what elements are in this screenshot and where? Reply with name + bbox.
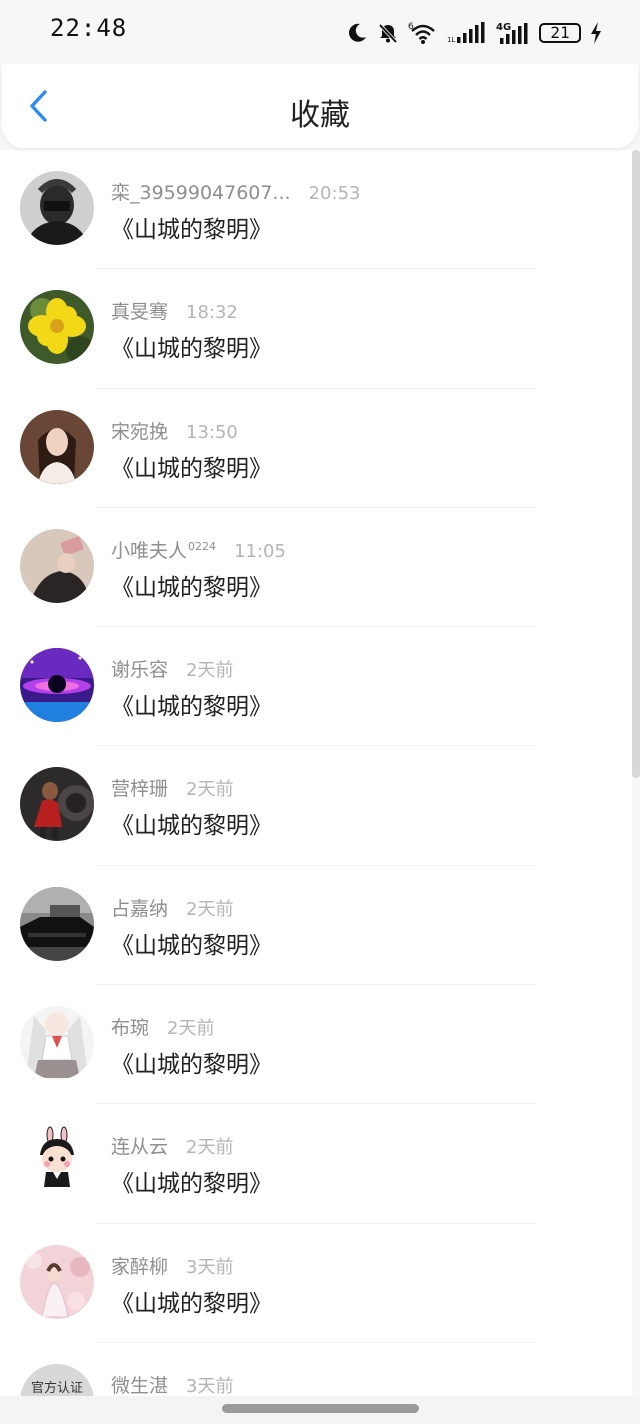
header: 收藏 [2, 64, 638, 148]
avatar[interactable] [20, 171, 94, 245]
username[interactable]: 占嘉纳 [111, 894, 168, 921]
username[interactable]: 家醉柳 [111, 1252, 168, 1279]
charging-icon [590, 22, 602, 44]
list-item[interactable]: 营梓珊 2天前 《山城的黎明》 [0, 746, 632, 866]
avatar[interactable] [20, 767, 94, 842]
item-meta: 连从云 2天前 [111, 1132, 612, 1160]
avatar[interactable] [20, 1244, 94, 1319]
list-item[interactable]: 栾_39599047607... 20:53 《山城的黎明》 [0, 150, 632, 270]
item-meta: 栾_39599047607... 20:53 [111, 178, 612, 206]
item-meta: 谢乐容 2天前 [111, 655, 612, 683]
username-superscript: 0224 [188, 539, 217, 553]
timestamp: 3天前 [186, 1375, 234, 1397]
timestamp: 18:32 [186, 302, 238, 324]
list-item[interactable]: 真旻骞 18:32 《山城的黎明》 [0, 269, 632, 389]
work-title[interactable]: 《山城的黎明》 [111, 449, 272, 483]
work-title[interactable]: 《山城的黎明》 [111, 568, 272, 602]
page-title: 收藏 [290, 98, 350, 133]
list-item[interactable]: 宋宛挽 13:50 《山城的黎明》 [0, 389, 632, 508]
username[interactable]: 小唯夫人0224 [111, 536, 216, 563]
work-title[interactable]: 《山城的黎明》 [111, 806, 272, 840]
avatar[interactable] [20, 1125, 94, 1200]
list-item[interactable]: 占嘉纳 2天前 《山城的黎明》 [0, 866, 632, 986]
work-title[interactable]: 《山城的黎明》 [111, 329, 272, 363]
work-title[interactable]: 《山城的黎明》 [111, 687, 272, 721]
status-icons: 6 1L 4G 21 [346, 18, 602, 48]
work-title[interactable]: 《山城的黎明》 [111, 210, 272, 244]
timestamp: 13:50 [186, 421, 238, 443]
list-item[interactable]: 连从云 2天前 《山城的黎明》 [0, 1104, 632, 1224]
timestamp: 2天前 [186, 660, 234, 682]
timestamp: 2天前 [167, 1018, 215, 1040]
username[interactable]: 微生湛 [111, 1371, 168, 1398]
work-title[interactable]: 《山城的黎明》 [111, 1284, 272, 1318]
username[interactable]: 布琬 [111, 1013, 149, 1040]
avatar[interactable] [20, 528, 94, 603]
avatar-label: 官方认证 [31, 1380, 83, 1396]
work-title[interactable]: 《山城的黎明》 [111, 1164, 272, 1198]
svg-text:4G: 4G [496, 22, 511, 33]
timestamp: 2天前 [186, 898, 234, 920]
scrollbar[interactable] [632, 150, 640, 778]
avatar[interactable] [20, 409, 94, 484]
item-meta: 宋宛挽 13:50 [111, 417, 612, 445]
mute-bell-icon [377, 22, 399, 44]
status-bar: 22:48 6 1L 4G 21 [0, 0, 640, 64]
item-meta: 家醉柳 3天前 [111, 1252, 612, 1280]
avatar[interactable]: 官方认证 [20, 1363, 94, 1400]
svg-text:1L: 1L [447, 36, 455, 44]
list-item[interactable]: 小唯夫人0224 11:05 《山城的黎明》 [0, 508, 632, 628]
wifi-icon: 6 [408, 21, 438, 45]
work-title[interactable]: 《山城的黎明》 [111, 1045, 272, 1079]
username[interactable]: 谢乐容 [111, 655, 168, 682]
avatar[interactable] [20, 1006, 94, 1081]
timestamp: 3天前 [186, 1256, 234, 1278]
list-item[interactable]: 官方认证 微生湛 3天前 [0, 1343, 632, 1400]
moon-icon [346, 22, 368, 44]
list-item[interactable]: 谢乐容 2天前 《山城的黎明》 [0, 627, 632, 747]
item-meta: 真旻骞 18:32 [111, 297, 612, 325]
timestamp: 11:05 [234, 540, 286, 562]
item-meta: 营梓珊 2天前 [111, 774, 612, 802]
list-item[interactable]: 家醉柳 3天前 《山城的黎明》 [0, 1224, 632, 1343]
favorites-list[interactable]: 栾_39599047607... 20:53 《山城的黎明》 真旻骞 18:32… [0, 150, 632, 1400]
status-time: 22:48 [50, 14, 128, 42]
avatar[interactable] [20, 290, 94, 365]
item-meta: 微生湛 3天前 [111, 1371, 612, 1399]
item-meta: 布琬 2天前 [111, 1013, 612, 1041]
avatar[interactable] [20, 648, 94, 723]
username[interactable]: 真旻骞 [111, 297, 168, 324]
username[interactable]: 营梓珊 [111, 774, 168, 801]
work-title[interactable]: 《山城的黎明》 [111, 926, 272, 960]
home-indicator[interactable] [222, 1404, 419, 1413]
username[interactable]: 宋宛挽 [111, 417, 168, 444]
timestamp: 2天前 [186, 779, 234, 801]
list-item[interactable]: 布琬 2天前 《山城的黎明》 [0, 985, 632, 1105]
item-meta: 占嘉纳 2天前 [111, 894, 612, 922]
username[interactable]: 连从云 [111, 1132, 168, 1159]
item-meta: 小唯夫人0224 11:05 [111, 536, 612, 564]
username[interactable]: 栾_39599047607... [111, 178, 291, 205]
battery-icon: 21 [539, 23, 581, 43]
timestamp: 20:53 [308, 183, 361, 204]
avatar[interactable] [20, 886, 94, 961]
signal-4g-icon: 4G [496, 21, 530, 45]
timestamp: 2天前 [186, 1137, 234, 1159]
signal-icon: 1L [447, 22, 487, 44]
